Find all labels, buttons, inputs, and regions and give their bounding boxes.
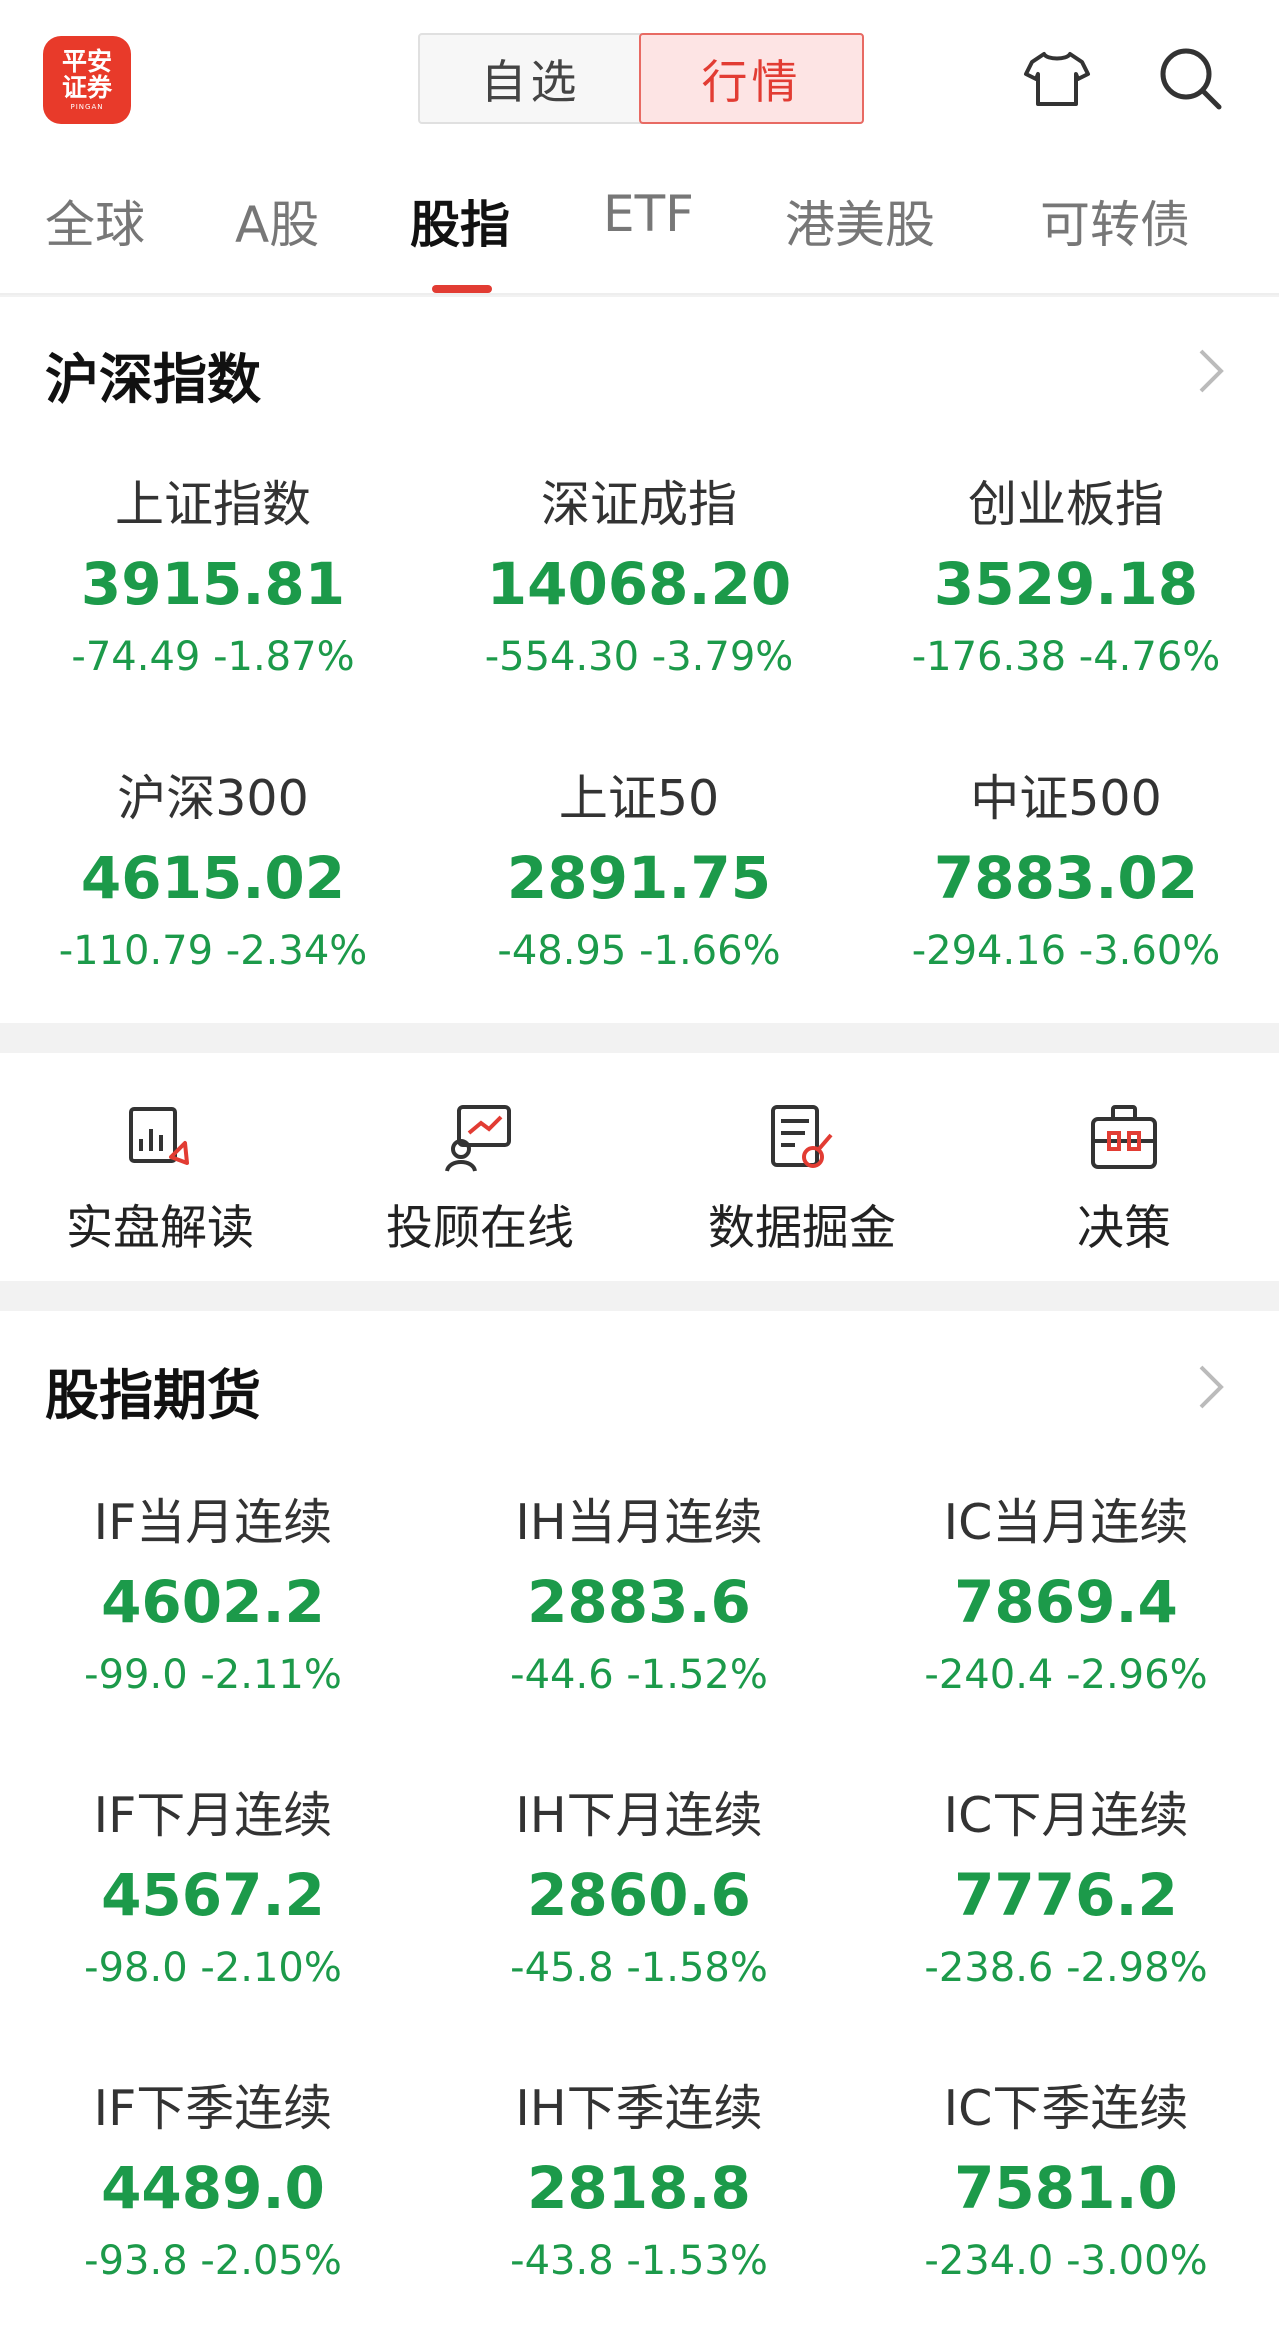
tab-stock-index[interactable]: 股指	[410, 185, 510, 257]
index-change: -110.79 -2.34%	[58, 928, 368, 974]
tab-a-shares[interactable]: A股	[235, 185, 319, 257]
future-name: IH当月连续	[515, 1494, 763, 1551]
future-change: -45.8 -1.58%	[510, 1945, 768, 1991]
index-cell[interactable]: 上证指数 3915.81 -74.49 -1.87%	[0, 465, 426, 680]
index-change: -294.16 -3.60%	[911, 928, 1221, 974]
future-cell[interactable]: IF下季连续 4489.0 -93.8 -2.05%	[0, 2069, 426, 2284]
future-name: IC下季连续	[943, 2080, 1189, 2137]
index-value: 7883.02	[933, 844, 1199, 912]
future-cell[interactable]: IF当月连续 4602.2 -99.0 -2.11%	[0, 1483, 426, 1698]
future-value: 7869.4	[954, 1568, 1178, 1636]
segment-control: 自选 行情	[418, 33, 864, 124]
logo-line-2: 证券	[61, 72, 112, 102]
market-tabs: 全球 A股 股指 ETF 港美股 可转债	[0, 145, 1279, 295]
segment-watchlist[interactable]: 自选	[420, 35, 641, 122]
tab-convertible[interactable]: 可转债	[1040, 185, 1190, 257]
futures-card: 股指期货 IF当月连续 4602.2 -99.0 -2.11% IH当月连续 2…	[0, 1311, 1279, 2329]
future-cell[interactable]: IH当月连续 2883.6 -44.6 -1.52%	[426, 1483, 852, 1698]
briefcase-icon	[1091, 1105, 1157, 1169]
future-cell[interactable]: IF下月连续 4567.2 -98.0 -2.10%	[0, 1776, 426, 1991]
index-name: 深证成指	[540, 476, 737, 533]
future-name: IF下季连续	[93, 2080, 333, 2137]
index-value: 14068.20	[486, 550, 792, 618]
future-change: -234.0 -3.00%	[924, 2238, 1208, 2284]
future-value: 2883.6	[527, 1568, 751, 1636]
market-page: 平安 证券 PINGAN 自选 行情 全球 A股 股指 ETF 港美股 可转债 …	[0, 0, 1279, 2329]
future-value: 7581.0	[954, 2154, 1178, 2222]
shortcut-advisor-online[interactable]: 投顾在线	[330, 1101, 630, 1258]
future-name: IC当月连续	[943, 1494, 1189, 1551]
shortcut-label: 实盘解读	[66, 1201, 254, 1256]
future-value: 2818.8	[527, 2154, 751, 2222]
index-name: 创业板指	[967, 476, 1164, 533]
index-change: -48.95 -1.66%	[497, 928, 781, 974]
future-change: -44.6 -1.52%	[510, 1652, 768, 1698]
future-value: 4489.0	[101, 2154, 325, 2222]
index-cell[interactable]: 中证500 7883.02 -294.16 -3.60%	[853, 759, 1279, 974]
future-change: -238.6 -2.98%	[924, 1945, 1208, 1991]
index-change: -74.49 -1.87%	[71, 634, 355, 680]
index-value: 3915.81	[80, 550, 346, 618]
index-cell[interactable]: 创业板指 3529.18 -176.38 -4.76%	[853, 465, 1279, 680]
future-cell[interactable]: IH下季连续 2818.8 -43.8 -1.53%	[426, 2069, 852, 2284]
logo-line-1: 平安	[61, 46, 112, 76]
index-name: 上证指数	[114, 476, 311, 533]
index-name: 沪深300	[117, 770, 309, 827]
future-change: -99.0 -2.11%	[84, 1652, 342, 1698]
futures-title[interactable]: 股指期货	[45, 1351, 261, 1430]
shortcuts-card: 实盘解读 投顾在线 数据掘金 决策	[0, 1053, 1279, 1281]
pingan-logo[interactable]: 平安 证券 PINGAN	[43, 36, 131, 124]
future-name: IH下月连续	[515, 1787, 763, 1844]
tab-global[interactable]: 全球	[45, 185, 145, 257]
index-cell[interactable]: 沪深300 4615.02 -110.79 -2.34%	[0, 759, 426, 974]
future-value: 4567.2	[101, 1861, 325, 1929]
index-change: -176.38 -4.76%	[911, 634, 1221, 680]
index-cell[interactable]: 深证成指 14068.20 -554.30 -3.79%	[426, 465, 852, 680]
future-change: -43.8 -1.53%	[510, 2238, 768, 2284]
chevron-right-icon[interactable]	[1195, 345, 1229, 397]
index-value: 4615.02	[80, 844, 346, 912]
shortcut-label: 数据掘金	[708, 1201, 896, 1256]
advisor-online-icon	[445, 1105, 511, 1172]
future-name: IF下月连续	[93, 1787, 333, 1844]
active-tab-indicator	[432, 285, 492, 293]
shortcut-data-mining[interactable]: 数据掘金	[652, 1101, 952, 1258]
future-value: 7776.2	[954, 1861, 1178, 1929]
future-value: 4602.2	[101, 1568, 325, 1636]
future-cell[interactable]: IC下月连续 7776.2 -238.6 -2.98%	[853, 1776, 1279, 1991]
chart-report-icon	[129, 1107, 189, 1165]
index-name: 上证50	[558, 770, 720, 827]
app-header: 平安 证券 PINGAN 自选 行情	[0, 0, 1279, 145]
chevron-right-icon[interactable]	[1195, 1361, 1229, 1413]
future-name: IC下月连续	[943, 1787, 1189, 1844]
indices-card: 沪深指数 上证指数 3915.81 -74.49 -1.87% 深证成指 140…	[0, 297, 1279, 1023]
future-name: IH下季连续	[515, 2080, 763, 2137]
future-change: -98.0 -2.10%	[84, 1945, 342, 1991]
indices-title[interactable]: 沪深指数	[45, 335, 261, 414]
tab-hk-us[interactable]: 港美股	[785, 185, 935, 257]
tshirt-icon[interactable]	[1022, 44, 1092, 114]
search-icon[interactable]	[1156, 44, 1226, 114]
future-cell[interactable]: IH下月连续 2860.6 -45.8 -1.58%	[426, 1776, 852, 1991]
future-cell[interactable]: IC下季连续 7581.0 -234.0 -3.00%	[853, 2069, 1279, 2284]
future-cell[interactable]: IC当月连续 7869.4 -240.4 -2.96%	[853, 1483, 1279, 1698]
future-value: 2860.6	[527, 1861, 751, 1929]
index-value: 2891.75	[506, 844, 772, 912]
shortcut-label: 投顾在线	[386, 1201, 574, 1256]
future-name: IF当月连续	[93, 1494, 333, 1551]
index-value: 3529.18	[933, 550, 1199, 618]
future-change: -93.8 -2.05%	[84, 2238, 342, 2284]
index-name: 中证500	[970, 770, 1162, 827]
index-change: -554.30 -3.79%	[484, 634, 794, 680]
data-mining-icon	[771, 1105, 833, 1168]
logo-subtext: PINGAN	[70, 103, 104, 112]
segment-market[interactable]: 行情	[639, 33, 864, 124]
index-cell[interactable]: 上证50 2891.75 -48.95 -1.66%	[426, 759, 852, 974]
shortcut-decision[interactable]: 决策	[974, 1101, 1274, 1258]
tab-etf[interactable]: ETF	[603, 185, 694, 243]
future-change: -240.4 -2.96%	[924, 1652, 1208, 1698]
shortcut-label: 决策	[1077, 1201, 1171, 1256]
shortcut-live-analysis[interactable]: 实盘解读	[10, 1101, 310, 1258]
